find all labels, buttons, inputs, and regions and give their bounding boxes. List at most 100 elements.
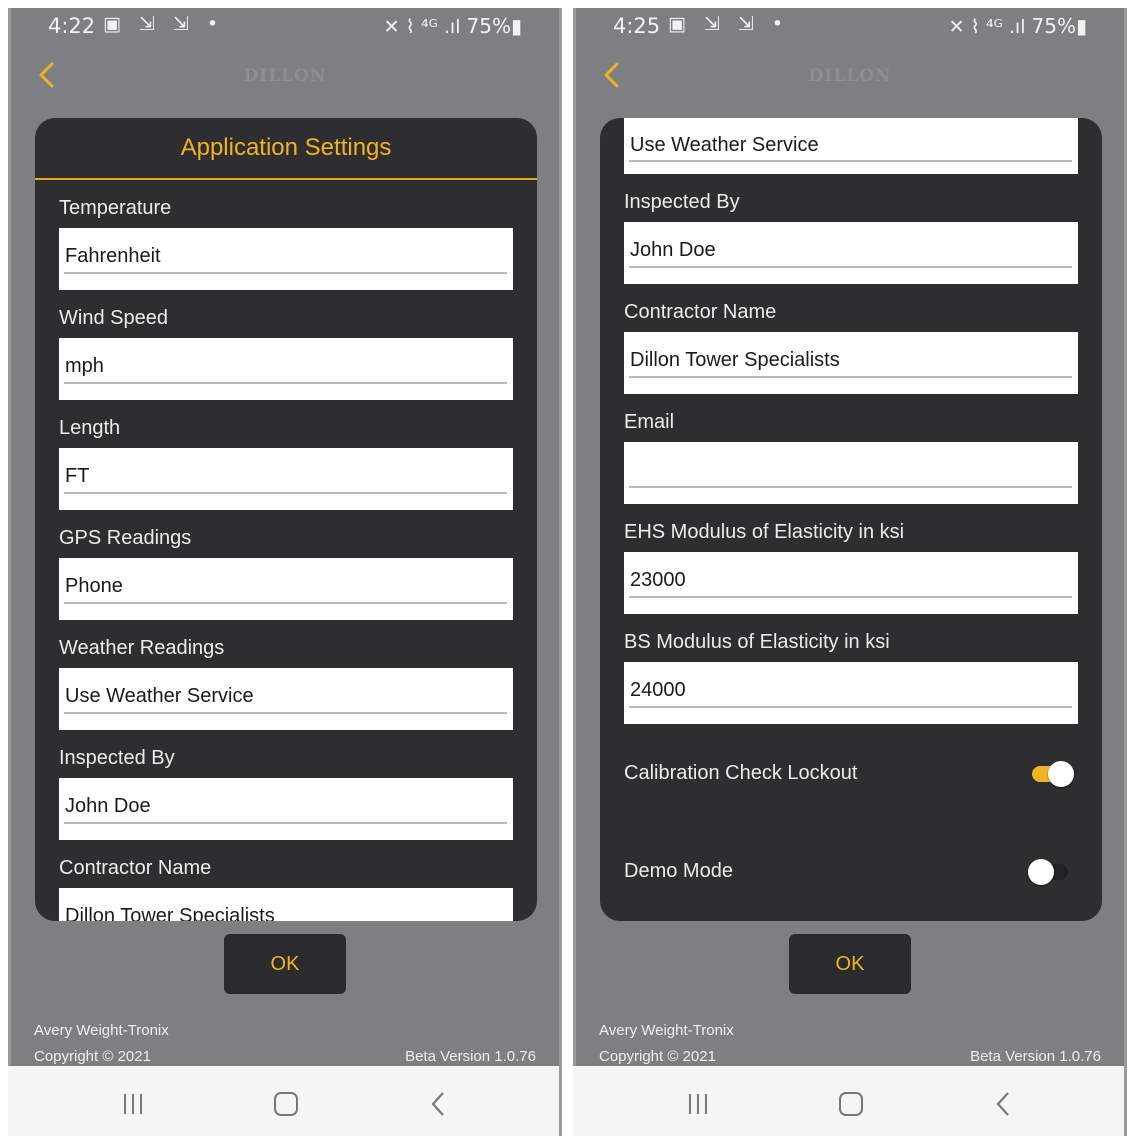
- field-value: Dillon Tower Specialists: [630, 349, 840, 371]
- contractor-name-label: Contractor Name: [59, 857, 212, 879]
- version-label: Beta Version 1.0.76: [970, 1048, 1101, 1065]
- calibration-check-lockout-row: Calibration Check Lockout: [624, 724, 1078, 822]
- settings-dialog: Use Weather Service Inspected By John Doe…: [600, 118, 1102, 921]
- field-value: Dillon Tower Specialists: [65, 905, 275, 921]
- length-field[interactable]: FT: [59, 448, 513, 510]
- home-icon: [274, 1092, 298, 1116]
- bs-modulus-of-elasticity-in-ksi-field[interactable]: 24000: [624, 662, 1078, 724]
- ehs-modulus-of-elasticity-in-ksi-field[interactable]: 23000: [624, 552, 1078, 614]
- weather-readings-label: Weather Readings: [59, 637, 225, 659]
- android-nav-bar: [573, 1066, 1127, 1136]
- status-time: 4:25: [613, 14, 661, 38]
- bs-modulus-of-elasticity-in-ksi-label: BS Modulus of Elasticity in ksi: [624, 631, 890, 653]
- weather-readings-field[interactable]: Use Weather Service: [59, 668, 513, 730]
- weather-readings-field[interactable]: Use Weather Service: [624, 118, 1078, 174]
- temperature-field[interactable]: Fahrenheit: [59, 228, 513, 290]
- recent-apps-button[interactable]: [678, 1086, 718, 1122]
- status-bar: 4:25 ▣ ⇲ ⇲ • ✕ ⌇ ⁴ᴳ .ıl 75%▮: [573, 8, 1127, 44]
- gps-readings-field[interactable]: Phone: [59, 558, 513, 620]
- toggle-group: Calibration Check Lockout Demo Mode: [624, 724, 1078, 920]
- field-underline: [629, 160, 1072, 162]
- recent-apps-icon: [689, 1094, 707, 1114]
- inspected-by-label: Inspected By: [624, 191, 740, 213]
- field-underline: [64, 492, 507, 494]
- signal-icons: ✕ ⌇ ⁴ᴳ .ıl 75%▮: [384, 14, 522, 38]
- calibration-check-lockout-label: Calibration Check Lockout: [624, 762, 858, 784]
- field-value: 24000: [630, 679, 686, 701]
- field-underline: [64, 602, 507, 604]
- email-field[interactable]: [624, 442, 1078, 504]
- email-label: Email: [624, 411, 675, 433]
- field-underline: [629, 596, 1072, 598]
- field-value: Phone: [65, 575, 123, 597]
- notification-icons: ▣ ⇲ ⇲ •: [103, 13, 225, 35]
- home-button[interactable]: [831, 1086, 871, 1122]
- field-underline: [64, 272, 507, 274]
- field-underline: [64, 382, 507, 384]
- field-value: mph: [65, 355, 104, 377]
- settings-list: Temperature Fahrenheit Wind Speed mph Length…: [35, 180, 537, 921]
- gps-readings-label: GPS Readings: [59, 527, 192, 549]
- contractor-name-field[interactable]: Dillon Tower Specialists: [59, 888, 513, 921]
- field-underline: [629, 376, 1072, 378]
- back-arrow-icon: [996, 1092, 1009, 1116]
- contractor-name-field[interactable]: Dillon Tower Specialists: [624, 332, 1078, 394]
- field-value: Fahrenheit: [65, 245, 161, 267]
- field-value: 23000: [630, 569, 686, 591]
- copyright: Copyright © 2021: [599, 1048, 716, 1065]
- field-underline: [629, 266, 1072, 268]
- status-bar: 4:22 ▣ ⇲ ⇲ • ✕ ⌇ ⁴ᴳ .ıl 75%▮: [8, 8, 562, 44]
- demo-mode-label: Demo Mode: [624, 860, 733, 882]
- battery-level: 75%▮: [1031, 14, 1087, 38]
- home-button[interactable]: [266, 1086, 306, 1122]
- dialog-title: Application Settings: [35, 118, 537, 180]
- settings-list: Use Weather Service Inspected By John Doe…: [600, 118, 1102, 920]
- company-name: Avery Weight-Tronix: [599, 1022, 734, 1039]
- brand-logo: DILLON: [808, 66, 892, 86]
- wind-speed-label: Wind Speed: [59, 307, 168, 329]
- toggle-knob: [1028, 859, 1054, 885]
- brand-logo: DILLON: [243, 66, 327, 86]
- field-underline: [64, 712, 507, 714]
- field-underline: [629, 706, 1072, 708]
- ehs-modulus-of-elasticity-in-ksi-label: EHS Modulus of Elasticity in ksi: [624, 521, 905, 543]
- field-value: Use Weather Service: [65, 685, 254, 707]
- wind-speed-field[interactable]: mph: [59, 338, 513, 400]
- back-arrow-icon: [431, 1092, 444, 1116]
- battery-level: 75%▮: [466, 14, 522, 38]
- inspected-by-label: Inspected By: [59, 747, 175, 769]
- right-phone-screen: 4:25 ▣ ⇲ ⇲ • ✕ ⌇ ⁴ᴳ .ıl 75%▮ DILLON Use …: [573, 8, 1127, 1136]
- demo-mode-toggle[interactable]: [1028, 859, 1072, 885]
- calibration-check-lockout-toggle[interactable]: [1028, 761, 1074, 787]
- recent-apps-button[interactable]: [113, 1086, 153, 1122]
- temperature-label: Temperature: [59, 197, 172, 219]
- settings-dialog: Application Settings Temperature Fahrenhe…: [35, 118, 537, 921]
- ok-button[interactable]: OK: [224, 934, 346, 994]
- field-underline: [64, 822, 507, 824]
- network-icons: ✕ ⌇ ⁴ᴳ .ıl: [383, 16, 461, 38]
- company-name: Avery Weight-Tronix: [34, 1022, 169, 1039]
- copyright: Copyright © 2021: [34, 1048, 151, 1065]
- field-value: FT: [65, 465, 90, 487]
- field-value: John Doe: [630, 239, 716, 261]
- inspected-by-field[interactable]: John Doe: [59, 778, 513, 840]
- toggle-knob: [1048, 761, 1074, 787]
- field-underline: [629, 486, 1072, 488]
- network-icons: ✕ ⌇ ⁴ᴳ .ıl: [948, 16, 1026, 38]
- home-icon: [839, 1092, 863, 1116]
- signal-icons: ✕ ⌇ ⁴ᴳ .ıl 75%▮: [949, 14, 1087, 38]
- nav-back-button[interactable]: [418, 1086, 458, 1122]
- version-label: Beta Version 1.0.76: [405, 1048, 536, 1065]
- ok-button[interactable]: OK: [789, 934, 911, 994]
- nav-back-button[interactable]: [983, 1086, 1023, 1122]
- field-value: John Doe: [65, 795, 151, 817]
- notification-icons: ▣ ⇲ ⇲ •: [668, 13, 790, 35]
- left-phone-screen: 4:22 ▣ ⇲ ⇲ • ✕ ⌇ ⁴ᴳ .ıl 75%▮ DILLON Appl…: [8, 8, 562, 1136]
- inspected-by-field[interactable]: John Doe: [624, 222, 1078, 284]
- contractor-name-label: Contractor Name: [624, 301, 777, 323]
- field-value: Use Weather Service: [630, 134, 819, 156]
- demo-mode-row: Demo Mode: [624, 822, 1078, 920]
- field-group: Inspected By John Doe Contractor Name Dillo…: [624, 174, 1078, 724]
- status-time: 4:22: [48, 14, 96, 38]
- length-label: Length: [59, 417, 121, 439]
